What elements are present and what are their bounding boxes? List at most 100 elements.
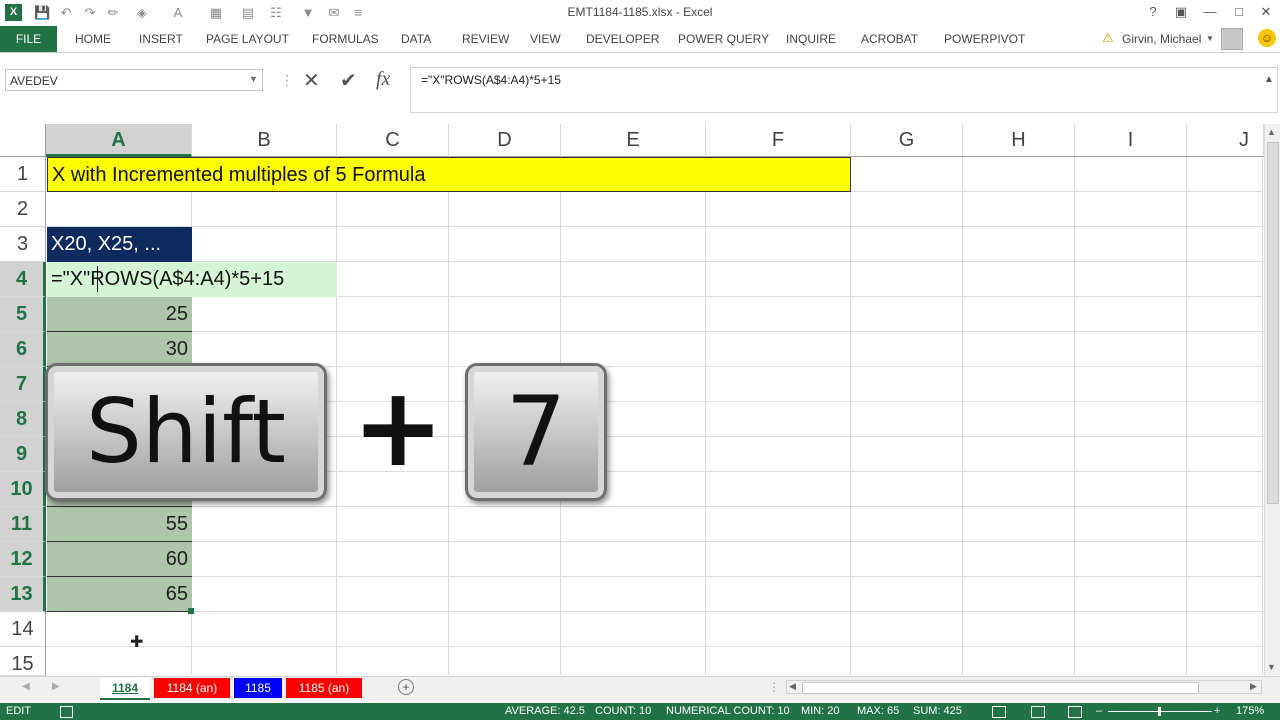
- normal-view-icon[interactable]: [992, 706, 1006, 718]
- tab-page-layout[interactable]: PAGE LAYOUT: [206, 26, 289, 52]
- column-header-f[interactable]: F: [706, 124, 851, 157]
- column-header-e[interactable]: E: [561, 124, 706, 157]
- horizontal-scroll-thumb[interactable]: [802, 682, 1199, 694]
- status-average[interactable]: AVERAGE: 42.5: [505, 703, 585, 720]
- insert-function-icon[interactable]: fx: [376, 68, 390, 91]
- macro-record-icon[interactable]: [60, 706, 73, 718]
- status-count[interactable]: COUNT: 10: [595, 703, 651, 720]
- column-header-g[interactable]: G: [851, 124, 963, 157]
- help-button[interactable]: ?: [1142, 3, 1164, 21]
- column-header-h[interactable]: H: [963, 124, 1075, 157]
- zoom-in-icon[interactable]: +: [1214, 703, 1220, 720]
- column-header-a[interactable]: A: [46, 124, 192, 157]
- cell-a12[interactable]: 60: [47, 542, 192, 577]
- row-header-4[interactable]: 4: [0, 262, 46, 297]
- window-title: EMT1184-1185.xlsx - Excel: [567, 5, 713, 19]
- gridline: [46, 331, 1262, 332]
- status-min[interactable]: MIN: 20: [801, 703, 840, 720]
- zoom-slider-thumb[interactable]: [1158, 707, 1161, 716]
- tab-insert[interactable]: INSERT: [139, 26, 183, 52]
- tab-file[interactable]: FILE: [0, 26, 57, 52]
- fill-handle[interactable]: [188, 608, 194, 614]
- sheet-tab-1184[interactable]: 1184: [100, 678, 150, 700]
- row-header-12[interactable]: 12: [0, 542, 46, 577]
- sheet-nav-prev-icon[interactable]: ◀: [22, 681, 30, 692]
- tab-inquire[interactable]: INQUIRE: [786, 26, 836, 52]
- cell-a4-formula[interactable]: ="X"ROWS(A$4:A4)*5+15: [47, 262, 337, 297]
- minimize-button[interactable]: —: [1199, 3, 1221, 21]
- sheet-tab-1185[interactable]: 1185: [234, 678, 282, 698]
- column-header-i[interactable]: I: [1075, 124, 1187, 157]
- ribbon-display-icon[interactable]: ▣: [1170, 3, 1192, 21]
- row-header-6[interactable]: 6: [0, 332, 46, 367]
- tab-acrobat[interactable]: ACROBAT: [861, 26, 918, 52]
- tab-view[interactable]: VIEW: [530, 26, 561, 52]
- sheet-split-grip-icon[interactable]: ⋮: [768, 680, 780, 694]
- sheet-tab-1185-an[interactable]: 1185 (an): [286, 678, 362, 698]
- sheet-nav-next-icon[interactable]: ▶: [52, 681, 60, 692]
- row-header-10[interactable]: 10: [0, 472, 46, 507]
- cell-a11[interactable]: 55: [47, 507, 192, 542]
- cancel-icon[interactable]: ✕: [303, 68, 320, 93]
- avatar[interactable]: [1221, 28, 1243, 50]
- new-sheet-icon[interactable]: +: [398, 679, 414, 695]
- close-button[interactable]: ✕: [1255, 3, 1277, 21]
- row-header-8[interactable]: 8: [0, 402, 46, 437]
- status-sum[interactable]: SUM: 425: [913, 703, 962, 720]
- zoom-level[interactable]: 175%: [1236, 703, 1264, 720]
- row-header-3[interactable]: 3: [0, 227, 46, 262]
- vertical-scroll-thumb[interactable]: [1267, 142, 1279, 504]
- scroll-left-icon[interactable]: ◀: [789, 681, 796, 692]
- cell-a1-title[interactable]: X with Incremented multiples of 5 Formul…: [47, 157, 851, 192]
- row-header-9[interactable]: 9: [0, 437, 46, 472]
- restore-button[interactable]: □: [1228, 3, 1250, 21]
- page-break-view-icon[interactable]: [1068, 706, 1082, 718]
- warning-icon: ⚠: [1102, 30, 1114, 45]
- column-header-j[interactable]: J: [1187, 124, 1264, 157]
- zoom-out-icon[interactable]: –: [1096, 703, 1102, 720]
- row-header-14[interactable]: 14: [0, 612, 46, 647]
- row-header-5[interactable]: 5: [0, 297, 46, 332]
- user-name[interactable]: Girvin, Michael: [1122, 26, 1201, 52]
- row-header-15[interactable]: 15: [0, 647, 46, 676]
- scroll-up-icon[interactable]: ▲: [1267, 127, 1276, 137]
- status-numerical-count[interactable]: NUMERICAL COUNT: 10: [666, 703, 790, 720]
- tab-home[interactable]: HOME: [75, 26, 111, 52]
- tab-power-query[interactable]: POWER QUERY: [678, 26, 769, 52]
- row-header-2[interactable]: 2: [0, 192, 46, 227]
- column-header-c[interactable]: C: [337, 124, 449, 157]
- column-header-b[interactable]: B: [192, 124, 337, 157]
- tab-data[interactable]: DATA: [401, 26, 431, 52]
- row-header-13[interactable]: 13: [0, 577, 46, 612]
- formula-input[interactable]: ="X"ROWS(A$4:A4)*5+15: [410, 67, 1278, 113]
- select-all-corner[interactable]: [0, 124, 46, 157]
- gridline: [1186, 157, 1187, 675]
- scroll-right-icon[interactable]: ▶: [1250, 681, 1257, 692]
- page-layout-view-icon[interactable]: [1031, 706, 1045, 718]
- status-max[interactable]: MAX: 65: [857, 703, 899, 720]
- smiley-feedback-icon[interactable]: ☺: [1258, 29, 1276, 47]
- cell-a5[interactable]: 25: [47, 297, 192, 332]
- collapse-formula-bar-icon[interactable]: ▲: [1264, 74, 1274, 85]
- scroll-down-icon[interactable]: ▼: [1267, 662, 1276, 672]
- user-menu-chevron-icon[interactable]: ▼: [1206, 34, 1214, 43]
- sheet-tab-1184-an[interactable]: 1184 (an): [154, 678, 230, 698]
- tab-formulas[interactable]: FORMULAS: [312, 26, 379, 52]
- column-header-d[interactable]: D: [449, 124, 561, 157]
- plus-sign: +: [352, 363, 445, 491]
- tab-review[interactable]: REVIEW: [462, 26, 509, 52]
- cell-a3-header[interactable]: X20, X25, ...: [47, 227, 192, 262]
- enter-icon[interactable]: ✔: [340, 68, 357, 93]
- name-box-dropdown-icon[interactable]: ▼: [249, 74, 258, 84]
- cell-a6[interactable]: 30: [47, 332, 192, 367]
- row-header-7[interactable]: 7: [0, 367, 46, 402]
- text-cursor: [97, 266, 98, 292]
- name-box[interactable]: AVEDEV: [5, 69, 263, 91]
- row-header-11[interactable]: 11: [0, 507, 46, 542]
- row-header-1[interactable]: 1: [0, 157, 46, 192]
- gridline: [962, 157, 963, 675]
- cell-a13[interactable]: 65: [47, 577, 192, 612]
- tab-developer[interactable]: DEVELOPER: [586, 26, 659, 52]
- gridline: [46, 576, 1262, 577]
- tab-powerpivot[interactable]: POWERPIVOT: [944, 26, 1025, 52]
